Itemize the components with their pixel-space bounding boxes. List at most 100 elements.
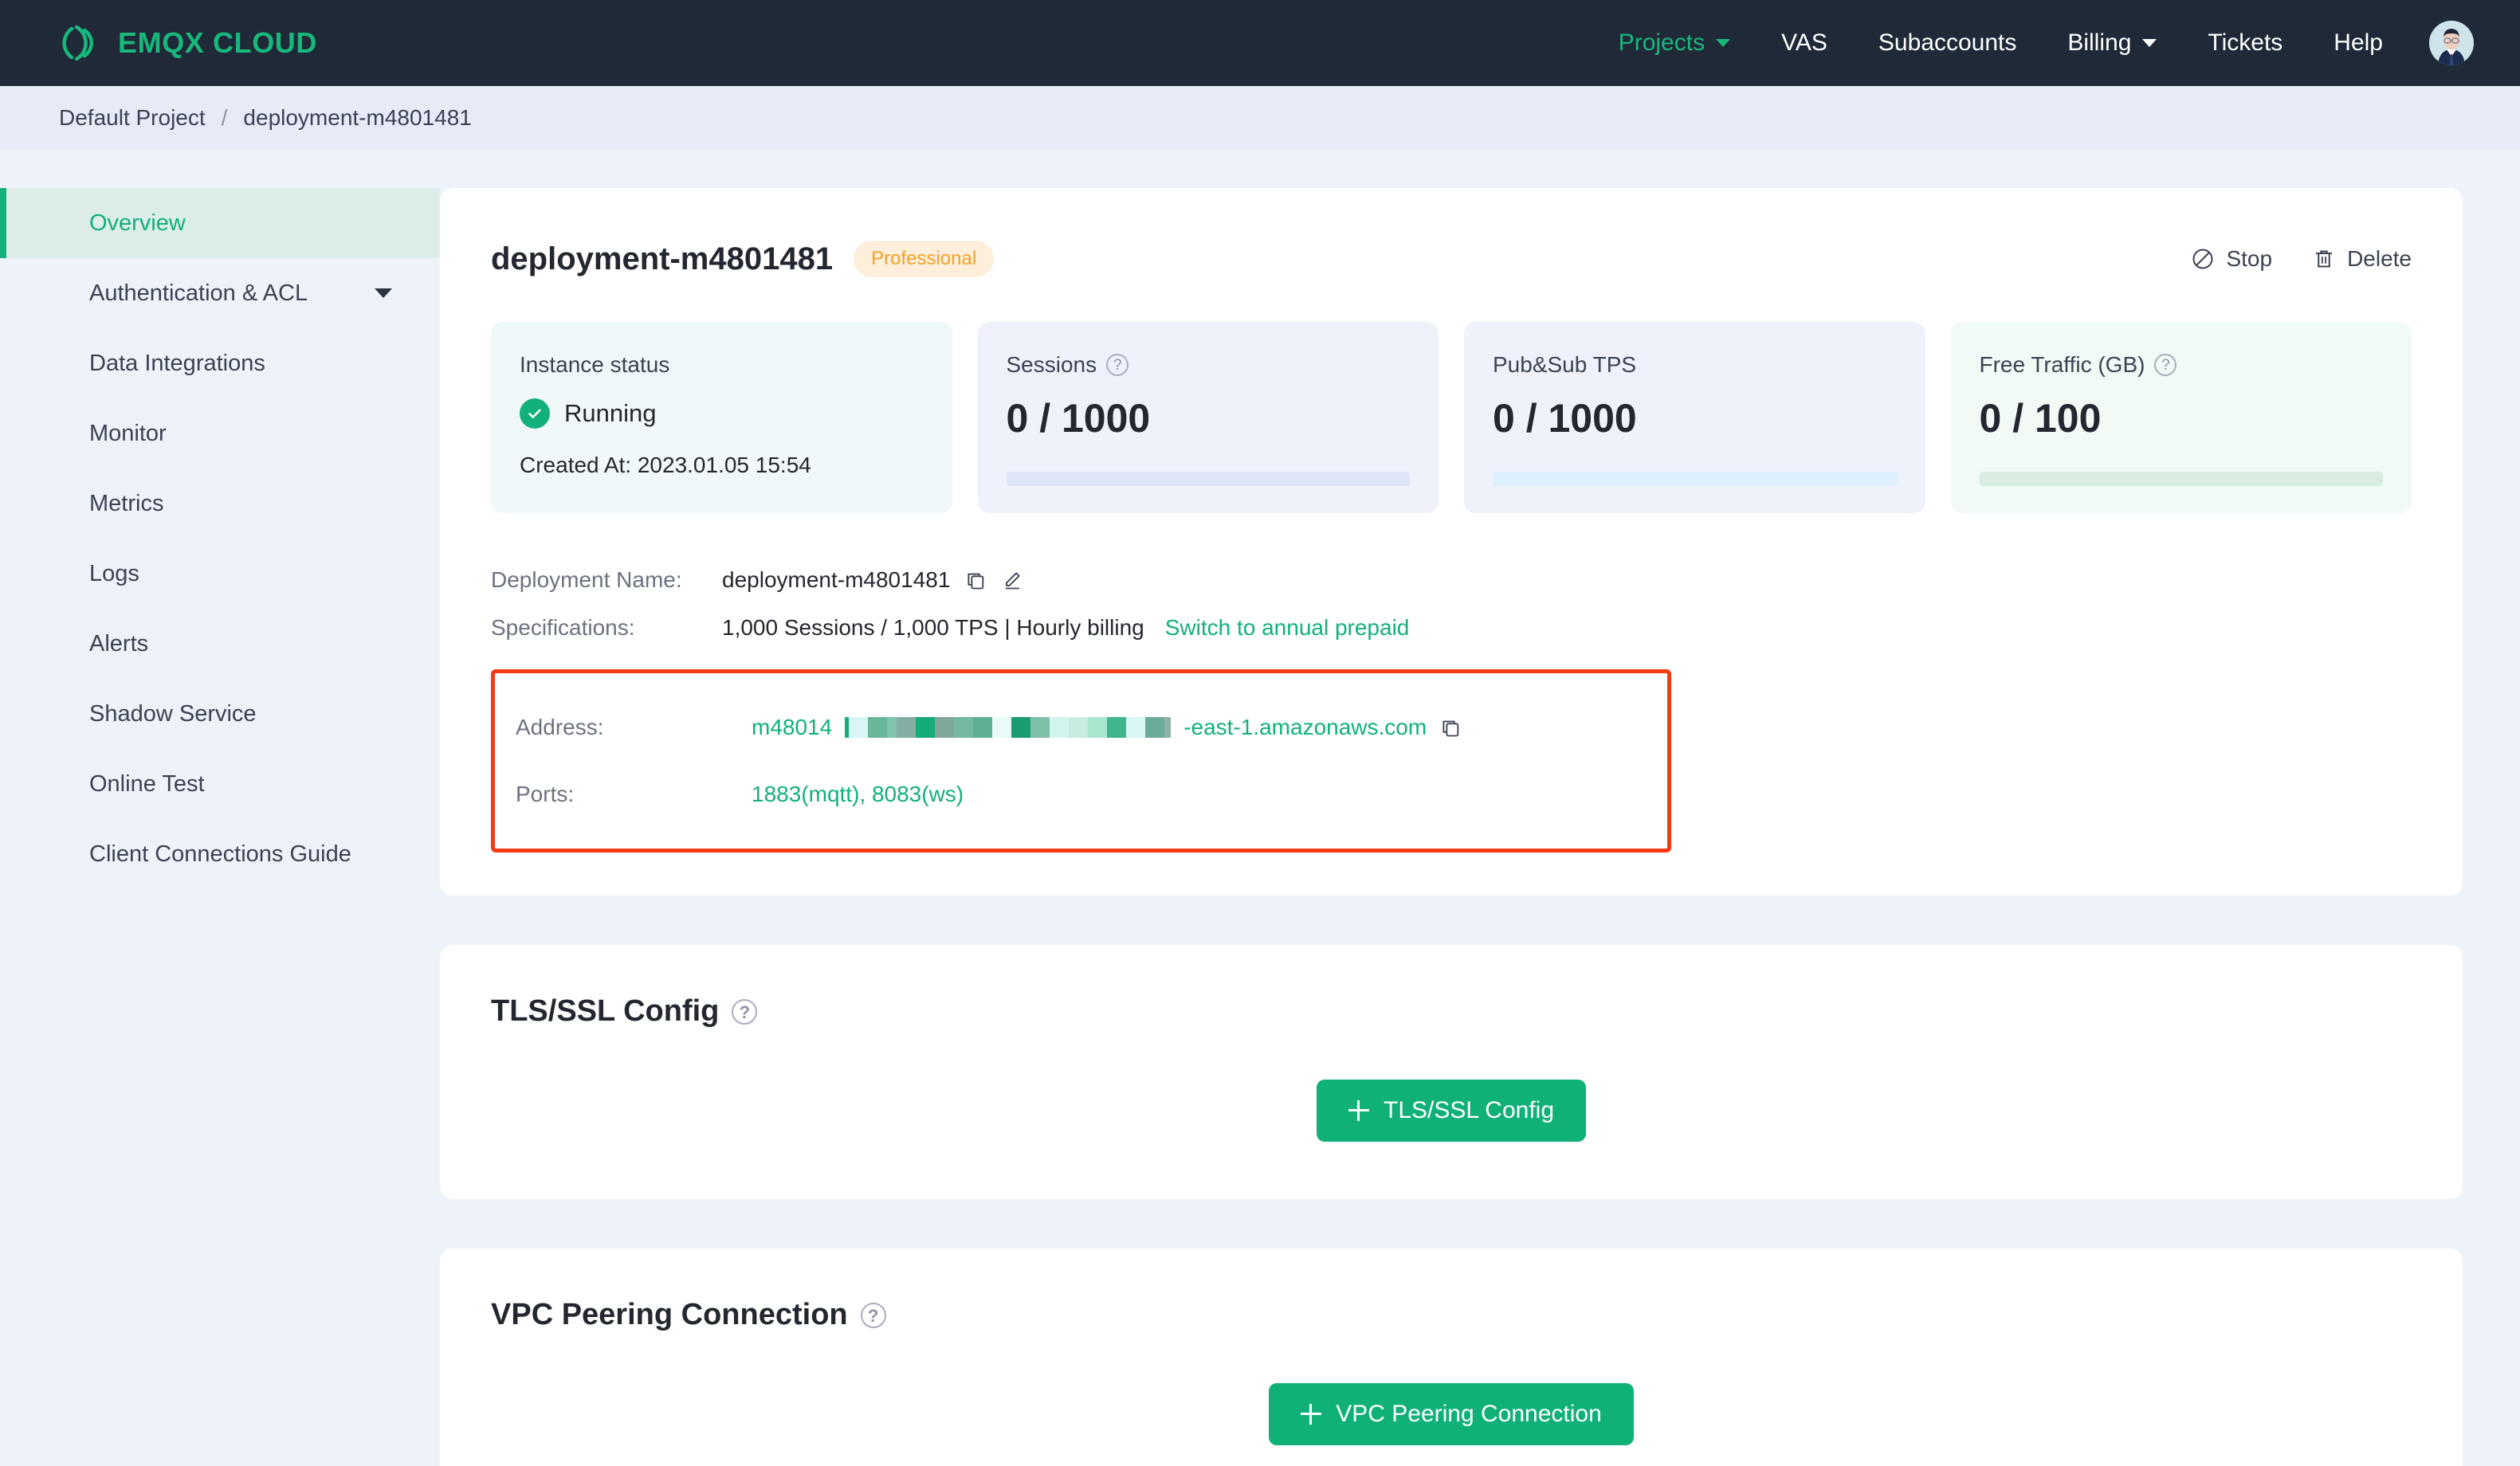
progress-bar-free-traffic (1979, 472, 2383, 486)
add-vpc-peering-connection-button[interactable]: VPC Peering Connection (1269, 1383, 1634, 1445)
ports-value[interactable]: 1883(mqtt), 8083(ws) (752, 782, 964, 807)
overview-header: deployment-m4801481 Professional Stop De… (491, 241, 2412, 277)
nav-label-tickets: Tickets (2208, 29, 2283, 56)
breadcrumb-separator: / (221, 105, 228, 130)
address-prefix[interactable]: m48014 (752, 715, 832, 740)
stop-label: Stop (2226, 246, 2273, 271)
nav-item-billing[interactable]: Billing (2042, 29, 2182, 57)
tls-ssl-config-card: TLS/SSL Config ? TLS/SSL Config (440, 945, 2463, 1199)
stat-card-free-traffic: Free Traffic (GB) ? 0 / 100 (1950, 322, 2412, 513)
sidebar-item-monitor[interactable]: Monitor (0, 398, 440, 468)
sidebar-item-logs[interactable]: Logs (0, 539, 440, 609)
brand-name: EMQX CLOUD (118, 26, 318, 59)
stat-cards: Instance status Running Created At: 2023… (491, 322, 2412, 513)
check-circle-icon (520, 398, 550, 429)
detail-row-address: Address: m48014 -east-1.amazonaws.com (516, 694, 1648, 761)
copy-icon[interactable] (1439, 716, 1462, 739)
sidebar-item-data-integrations[interactable]: Data Integrations (0, 328, 440, 398)
stat-value-pubsub-tps: 0 / 1000 (1493, 396, 1637, 441)
detail-row-ports: Ports: 1883(mqtt), 8083(ws) (516, 761, 1648, 828)
plus-icon (1301, 1404, 1322, 1425)
tls-ssl-config-title-text: TLS/SSL Config (491, 994, 720, 1028)
nav-label-projects: Projects (1618, 29, 1706, 56)
sidebar-label-online-test: Online Test (89, 770, 205, 797)
sidebar-label-metrics: Metrics (89, 490, 164, 516)
sidebar-item-client-connections-guide[interactable]: Client Connections Guide (0, 819, 440, 889)
stop-button[interactable]: Stop (2191, 246, 2272, 272)
sidebar-label-client-connections-guide: Client Connections Guide (89, 841, 351, 867)
question-circle-icon[interactable]: ? (732, 998, 758, 1025)
deployment-name-value: deployment-m4801481 (722, 567, 951, 592)
question-circle-icon[interactable]: ? (860, 1302, 886, 1328)
ports-label: Ports: (516, 782, 575, 806)
vpc-peering-connection-card: VPC Peering Connection ? VPC Peering Con… (440, 1248, 2463, 1466)
nav-item-help[interactable]: Help (2308, 29, 2408, 57)
avatar[interactable] (2429, 21, 2474, 65)
stat-value-sessions: 0 / 1000 (1006, 396, 1151, 441)
nav-item-subaccounts[interactable]: Subaccounts (1853, 29, 2042, 57)
sidebar-item-online-test[interactable]: Online Test (0, 749, 440, 819)
user-avatar-icon (2429, 21, 2474, 65)
breadcrumb-current: deployment-m4801481 (243, 105, 472, 130)
address-highlight-box: Address: m48014 -east-1.amazonaws.com Po… (491, 669, 1671, 853)
nav-item-projects[interactable]: Projects (1593, 29, 1756, 57)
switch-to-annual-prepaid-link[interactable]: Switch to annual prepaid (1165, 615, 1410, 641)
deployment-name-label: Deployment Name: (491, 567, 682, 592)
chevron-down-icon (1716, 39, 1731, 47)
pencil-icon[interactable] (1001, 569, 1023, 591)
sidebar-label-shadow-service: Shadow Service (89, 700, 257, 727)
page-title: deployment-m4801481 (491, 241, 834, 276)
delete-label: Delete (2347, 246, 2412, 271)
sidebar-item-authentication-acl[interactable]: Authentication & ACL (0, 258, 440, 328)
breadcrumb-project-link[interactable]: Default Project (59, 105, 206, 131)
nav-label-subaccounts: Subaccounts (1878, 29, 2017, 56)
nav-label-help: Help (2334, 29, 2383, 56)
nav-item-tickets[interactable]: Tickets (2182, 29, 2308, 57)
sidebar-item-metrics[interactable]: Metrics (0, 468, 440, 539)
nav-item-vas[interactable]: VAS (1756, 29, 1853, 57)
overview-card: deployment-m4801481 Professional Stop De… (440, 188, 2463, 896)
brand-logo[interactable]: EMQX CLOUD (56, 21, 317, 65)
vpc-peering-connection-title-text: VPC Peering Connection (491, 1298, 848, 1331)
sidebar-label-data-integrations: Data Integrations (89, 350, 265, 376)
sidebar-label-overview: Overview (89, 210, 186, 236)
sidebar-label-alerts: Alerts (89, 630, 149, 657)
plan-badge: Professional (854, 241, 995, 277)
trash-icon (2316, 250, 2333, 268)
deployment-name-value-group: deployment-m4801481 (722, 567, 1023, 593)
add-tls-ssl-config-button[interactable]: TLS/SSL Config (1317, 1080, 1586, 1142)
instance-status-row: Running (520, 398, 924, 429)
created-at-text: Created At: 2023.01.05 15:54 (520, 453, 811, 477)
stat-label-sessions: Sessions ? (1007, 352, 1411, 378)
vpc-peering-connection-body: VPC Peering Connection (491, 1383, 2412, 1445)
sidebar-item-shadow-service[interactable]: Shadow Service (0, 679, 440, 749)
vpc-peering-connection-title: VPC Peering Connection ? (491, 1298, 2412, 1332)
progress-bar-pubsub-tps (1493, 472, 1897, 486)
add-vpc-peering-connection-label: VPC Peering Connection (1336, 1401, 1602, 1427)
stat-label-free-traffic-text: Free Traffic (GB) (1979, 352, 2145, 377)
stat-label-instance-status: Instance status (520, 352, 670, 377)
stat-label-free-traffic: Free Traffic (GB) ? (1980, 352, 2384, 378)
stat-label-sessions-text: Sessions (1006, 352, 1097, 377)
progress-bar-sessions (1006, 472, 1410, 486)
stat-label-pubsub-tps-text: Pub&Sub TPS (1493, 352, 1637, 377)
question-circle-icon[interactable]: ? (2154, 354, 2177, 376)
sidebar-label-authentication-acl: Authentication & ACL (89, 280, 308, 306)
question-circle-icon[interactable]: ? (1106, 354, 1129, 376)
delete-button[interactable]: Delete (2312, 246, 2412, 272)
tls-ssl-config-body: TLS/SSL Config (491, 1080, 2412, 1142)
sidebar-item-overview[interactable]: Overview (0, 188, 440, 258)
address-label: Address: (516, 715, 604, 739)
stat-card-pubsub-tps: Pub&Sub TPS 0 / 1000 (1464, 322, 1925, 513)
add-tls-ssl-config-label: TLS/SSL Config (1384, 1097, 1554, 1123)
copy-icon[interactable] (964, 569, 987, 591)
overview-actions: Stop Delete (2191, 246, 2412, 272)
sidebar-item-alerts[interactable]: Alerts (0, 609, 440, 679)
detail-row-specifications: Specifications: 1,000 Sessions / 1,000 T… (491, 604, 2412, 652)
stat-card-sessions: Sessions ? 0 / 1000 (977, 322, 1439, 513)
sidebar-label-logs: Logs (89, 560, 139, 586)
address-suffix[interactable]: -east-1.amazonaws.com (1183, 715, 1427, 740)
stat-card-instance-status: Instance status Running Created At: 2023… (491, 322, 952, 513)
stat-label-pubsub-tps: Pub&Sub TPS (1493, 352, 1897, 378)
specifications-value: 1,000 Sessions / 1,000 TPS | Hourly bill… (722, 615, 1144, 640)
